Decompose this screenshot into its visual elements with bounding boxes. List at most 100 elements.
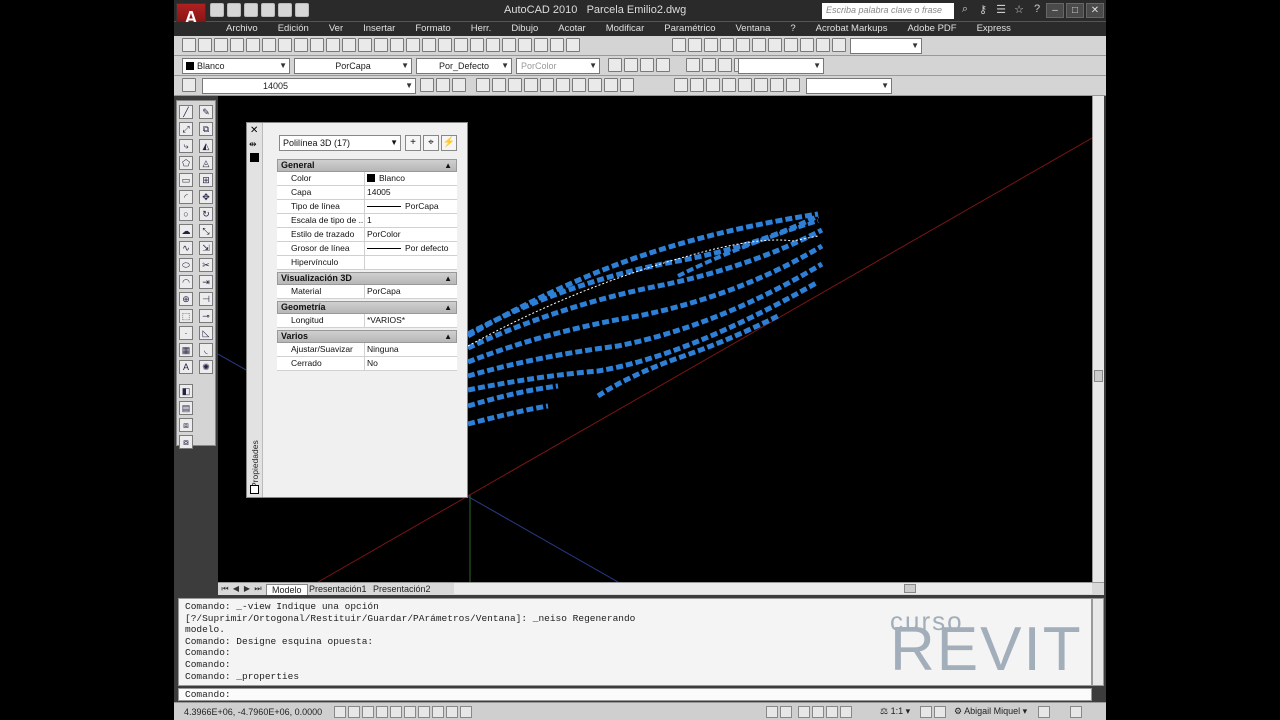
table-icon[interactable]: ▤: [179, 401, 193, 415]
rectangle-icon[interactable]: ▭: [179, 173, 193, 187]
annotation-scale-icon[interactable]: [686, 58, 700, 72]
properties-icon[interactable]: [470, 38, 484, 52]
new-icon[interactable]: [210, 3, 224, 17]
continue-dim-icon[interactable]: [690, 78, 704, 92]
category-geometry[interactable]: Geometría ▲: [277, 301, 457, 314]
menu-help[interactable]: ?: [780, 22, 805, 36]
angular-dim-icon[interactable]: [604, 78, 618, 92]
scale-icon[interactable]: ⤡: [199, 224, 213, 238]
stretch-icon[interactable]: ⇲: [199, 241, 213, 255]
ellipse-arc-icon[interactable]: ◠: [179, 275, 193, 289]
category-3d-visualization[interactable]: Visualización 3D ▲: [277, 272, 457, 285]
ortho-toggle[interactable]: [362, 706, 374, 718]
tab-modelo[interactable]: Modelo: [266, 584, 308, 595]
paste-icon[interactable]: [326, 38, 340, 52]
hatch-icon[interactable]: ▦: [179, 343, 193, 357]
binoculars-icon[interactable]: ⌕: [958, 3, 972, 17]
line-icon[interactable]: ╱: [179, 105, 193, 119]
first-tab-icon[interactable]: ⏮: [220, 584, 230, 594]
diameter-dim-icon[interactable]: [588, 78, 602, 92]
revcloud-icon[interactable]: ☁: [179, 224, 193, 238]
layer-walk-icon[interactable]: ⧈: [179, 418, 193, 432]
ucs-view-icon[interactable]: [832, 38, 846, 52]
layer-isolate-icon[interactable]: ⧇: [179, 435, 193, 449]
block-icon[interactable]: [358, 38, 372, 52]
make-current-icon[interactable]: [420, 78, 434, 92]
vertical-scrollbar[interactable]: [1092, 96, 1104, 582]
menu-express[interactable]: Express: [967, 22, 1021, 36]
fillet-icon[interactable]: ◟: [199, 343, 213, 357]
palette-options-icon[interactable]: [250, 485, 259, 494]
ucs-origin-icon[interactable]: [800, 38, 814, 52]
view-bottom-icon[interactable]: [688, 38, 702, 52]
star-icon[interactable]: ☆: [1012, 3, 1026, 17]
rotate-icon[interactable]: ↻: [199, 207, 213, 221]
layout-icon[interactable]: [780, 706, 792, 718]
make-block-icon[interactable]: ⬚: [179, 309, 193, 323]
property-row-ltscale[interactable]: Escala de tipo de ... 1: [277, 214, 457, 228]
menu-herr[interactable]: Herr.: [461, 22, 502, 36]
communication-icon[interactable]: ☰: [994, 3, 1008, 17]
search-input[interactable]: Escriba palabra clave o frase: [822, 3, 954, 19]
layer-previous-icon[interactable]: [436, 78, 450, 92]
open-icon[interactable]: [227, 3, 241, 17]
text-style-icon[interactable]: [608, 58, 622, 72]
publish-icon[interactable]: [262, 38, 276, 52]
help-icon[interactable]: [476, 78, 490, 92]
prev-tab-icon[interactable]: ◀: [231, 584, 241, 594]
view-top-icon[interactable]: [672, 38, 686, 52]
auto-scale-icon[interactable]: [934, 706, 946, 718]
property-row-closed[interactable]: Cerrado No: [277, 357, 457, 371]
polar-toggle[interactable]: [376, 706, 388, 718]
insert-block-icon[interactable]: ⊕: [179, 292, 193, 306]
plot-icon[interactable]: [230, 38, 244, 52]
menu-edicion[interactable]: Edición: [268, 22, 319, 36]
redo-icon[interactable]: [278, 3, 292, 17]
lwt-toggle[interactable]: [446, 706, 458, 718]
palette-menu-icon[interactable]: [250, 153, 259, 162]
command-input[interactable]: Comando:: [178, 688, 1092, 701]
tolerance-icon[interactable]: [738, 78, 752, 92]
menu-parametrico[interactable]: Paramétrico: [654, 22, 725, 36]
scroll-thumb[interactable]: [1094, 370, 1103, 382]
color-dropdown[interactable]: Blanco ▼: [182, 58, 290, 74]
property-row-color[interactable]: Color Blanco: [277, 172, 457, 186]
zoom-realtime-icon[interactable]: [422, 38, 436, 52]
menu-dibujo[interactable]: Dibujo: [501, 22, 548, 36]
clean-screen-icon[interactable]: [1070, 706, 1082, 718]
dim-break-icon[interactable]: [722, 78, 736, 92]
help-icon[interactable]: [566, 38, 580, 52]
property-row-plotstyle[interactable]: Estilo de trazado PorColor: [277, 228, 457, 242]
extend-icon[interactable]: ⇥: [199, 275, 213, 289]
property-row-hyperlink[interactable]: Hipervínculo: [277, 256, 457, 270]
circle-icon[interactable]: ○: [179, 207, 193, 221]
horizontal-scrollbar[interactable]: [454, 583, 1092, 594]
otrack-toggle[interactable]: [404, 706, 416, 718]
dim-style-icon[interactable]: [624, 58, 638, 72]
layer-dropdown[interactable]: 14005 ▼: [202, 78, 416, 94]
menu-adobe-pdf[interactable]: Adobe PDF: [897, 22, 966, 36]
dyn-toggle[interactable]: [432, 706, 444, 718]
pan-icon[interactable]: [406, 38, 420, 52]
mtext-icon[interactable]: A: [179, 360, 193, 374]
property-row-lineweight[interactable]: Grosor de línea Por defecto: [277, 242, 457, 256]
view-back-icon[interactable]: [752, 38, 766, 52]
workspace-switch[interactable]: ⚙ Abigail Miquel ▾: [954, 706, 1027, 717]
view-left-icon[interactable]: [704, 38, 718, 52]
markup-icon[interactable]: [534, 38, 548, 52]
property-row-linetype[interactable]: Tipo de línea PorCapa: [277, 200, 457, 214]
dim-space-icon[interactable]: [706, 78, 720, 92]
ordinate-dim-icon[interactable]: [540, 78, 554, 92]
redo-icon[interactable]: [390, 38, 404, 52]
ducs-toggle[interactable]: [418, 706, 430, 718]
aligned-dim-icon[interactable]: [508, 78, 522, 92]
last-tab-icon[interactable]: ⏭: [253, 584, 263, 594]
save-icon[interactable]: [244, 3, 258, 17]
chamfer-icon[interactable]: ◺: [199, 326, 213, 340]
ucs-3point-icon[interactable]: [816, 38, 830, 52]
explode-icon[interactable]: ✺: [199, 360, 213, 374]
zoom-previous-icon[interactable]: [454, 38, 468, 52]
construction-line-icon[interactable]: ⤢: [179, 122, 193, 136]
text-a-icon[interactable]: [702, 58, 716, 72]
toolpalette-icon[interactable]: [502, 38, 516, 52]
